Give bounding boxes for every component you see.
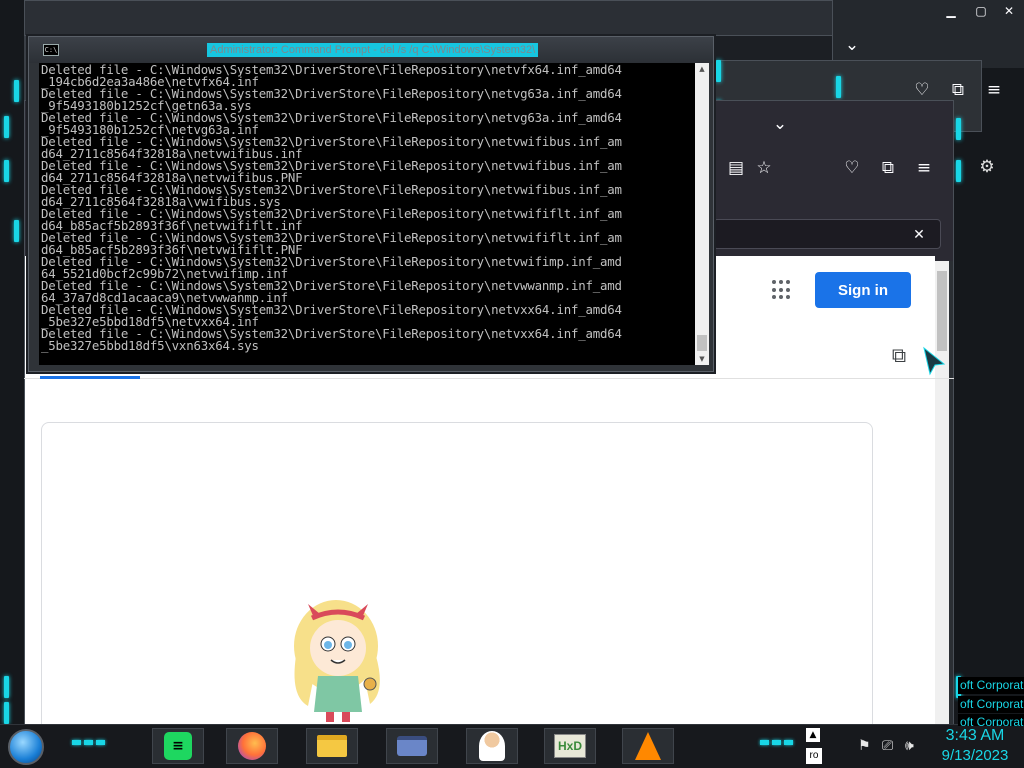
volume-icon[interactable]: 🕪 <box>905 738 914 754</box>
taskbar-accent <box>72 740 105 746</box>
settings-gear-icon[interactable]: ⚙ <box>976 156 998 178</box>
cmd-app-icon: C:\ <box>43 44 59 56</box>
start-button[interactable] <box>8 729 44 765</box>
open-external-icon[interactable]: ⧉ <box>888 344 910 366</box>
menu-icon[interactable]: ≡ <box>983 79 1005 101</box>
scroll-down-arrow-icon[interactable]: ▼ <box>695 353 709 365</box>
background-window-frame <box>24 0 836 36</box>
cmd-window-title: Administrator: Command Prompt - del /s /… <box>207 43 539 57</box>
hxd-icon: HxD <box>554 734 586 758</box>
taskbar-firefox-button[interactable] <box>226 728 278 764</box>
flag-icon[interactable]: ⚑ <box>858 738 871 754</box>
taskbar-file-explorer-button[interactable] <box>306 728 358 764</box>
google-apps-icon[interactable] <box>772 280 792 300</box>
maximize-icon[interactable]: ▢ <box>973 4 989 18</box>
taskbar-card-app-button[interactable] <box>386 728 438 764</box>
tray-expand-icon[interactable]: ▲ <box>806 728 820 742</box>
pocket-icon[interactable]: ♡ <box>841 157 863 179</box>
accent-tick <box>14 220 19 242</box>
command-prompt-window[interactable]: C:\ Administrator: Command Prompt - del … <box>28 36 714 372</box>
mascot-character-image <box>294 600 380 722</box>
cmd-titlebar[interactable]: C:\ Administrator: Command Prompt - del … <box>29 37 713 63</box>
tray-badge[interactable]: ro <box>806 748 822 764</box>
folder-icon <box>317 735 347 757</box>
pocket-icon[interactable]: ♡ <box>911 79 933 101</box>
desktop-left-frame <box>0 0 26 730</box>
system-clock[interactable]: 3:43 AM 9/13/2023 <box>930 726 1020 766</box>
extensions-icon[interactable]: ⧉ <box>947 79 969 101</box>
taskbar-spotify-button[interactable]: ≡ <box>152 728 204 764</box>
accent-tick <box>956 160 961 182</box>
content-card <box>41 422 873 732</box>
clock-date: 9/13/2023 <box>941 747 1009 764</box>
console-line: _5be327e5bbd18df5\vxn63x64.sys <box>41 338 259 353</box>
vlc-cone-icon <box>635 732 661 760</box>
active-tab-indicator <box>40 376 140 379</box>
accent-tick <box>4 160 9 182</box>
tooltip-text: oft Corporati <box>958 677 1024 694</box>
doctor-avatar-icon <box>479 731 505 761</box>
taskbar-doctor-app-button[interactable] <box>466 728 518 764</box>
clock-time: 3:43 AM <box>945 727 1005 744</box>
network-icon[interactable]: ⎚ <box>882 738 893 754</box>
accent-tick <box>836 76 841 98</box>
scrollbar-thumb[interactable] <box>697 335 707 351</box>
tooltip-text: oft Corporati <box>958 714 1024 726</box>
chevron-down-icon[interactable]: ⌄ <box>771 115 789 133</box>
scrollbar-thumb[interactable] <box>937 271 947 351</box>
taskbar-accent <box>760 740 793 746</box>
accent-tick <box>14 80 19 102</box>
console-output[interactable]: Deleted file - C:\Windows\System32\Drive… <box>39 63 695 365</box>
scroll-up-arrow-icon[interactable]: ▲ <box>695 63 709 75</box>
accent-tick <box>4 116 9 138</box>
accent-tick <box>956 118 961 140</box>
firefox-icon <box>238 732 266 760</box>
accent-tick <box>4 676 9 698</box>
menu-icon[interactable]: ≡ <box>913 157 935 179</box>
tooltip-text: oft Corporati <box>958 696 1024 713</box>
close-icon[interactable]: ✕ <box>1001 4 1017 18</box>
taskbar-hxd-button[interactable]: HxD <box>544 728 596 764</box>
accent-tick <box>4 702 9 724</box>
notification-bar: ✕ <box>713 219 941 249</box>
chevron-down-icon[interactable]: ⌄ <box>843 36 861 54</box>
card-icon <box>397 736 427 756</box>
console-scrollbar[interactable]: ▲ ▼ <box>695 63 709 365</box>
taskbar-vlc-button[interactable] <box>622 728 674 764</box>
reader-view-icon[interactable]: ▤ <box>725 157 747 179</box>
minimize-icon[interactable]: ▁ <box>943 4 959 18</box>
accent-tick <box>716 60 721 82</box>
close-icon[interactable]: ✕ <box>910 226 928 244</box>
console-text: Deleted file - C:\Windows\System32\Drive… <box>41 63 691 353</box>
page-scrollbar[interactable] <box>935 261 949 731</box>
mouse-cursor-icon <box>923 346 946 376</box>
divider <box>24 378 954 379</box>
bookmark-star-icon[interactable]: ☆ <box>753 157 775 179</box>
extensions-icon[interactable]: ⧉ <box>877 157 899 179</box>
sign-in-button[interactable]: Sign in <box>815 272 911 308</box>
background-window-titlebar: ⌄ ▁ ▢ ✕ <box>832 0 1024 68</box>
spotify-icon: ≡ <box>164 732 192 760</box>
